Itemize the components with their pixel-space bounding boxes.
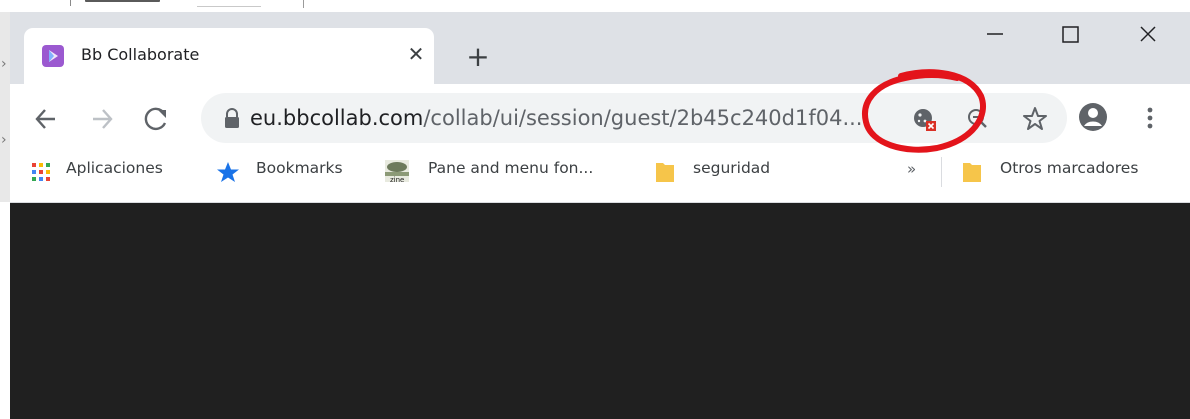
background-glyph: ›: [1, 132, 7, 148]
browser-toolbar: eu.bbcollab.com/collab/ui/session/guest/…: [10, 84, 1190, 154]
minimize-button[interactable]: [967, 12, 1023, 58]
bookmark-pane-and-menu[interactable]: zine Pane and menu fon...: [384, 154, 634, 188]
bookmark-label: Pane and menu fon...: [428, 159, 594, 177]
more-menu-icon[interactable]: [1140, 102, 1160, 134]
url-text[interactable]: eu.bbcollab.com/collab/ui/session/guest/…: [250, 106, 862, 130]
bookmark-label: Otros marcadores: [1000, 159, 1139, 177]
maximize-button[interactable]: [1042, 12, 1098, 58]
background-line: [70, 0, 71, 6]
new-tab-button[interactable]: +: [462, 42, 494, 74]
close-window-button[interactable]: [1120, 12, 1176, 58]
minimize-icon: [987, 33, 1003, 35]
back-arrow-icon: [35, 109, 55, 129]
more-bookmarks-chevron-icon[interactable]: »: [907, 160, 916, 178]
maximize-icon: [1062, 26, 1079, 43]
bookmark-star-icon[interactable]: [1021, 105, 1049, 133]
back-button[interactable]: [28, 101, 64, 137]
page-content: [10, 203, 1190, 419]
apps-grid-icon: [32, 163, 50, 181]
background-window-edge: › ›: [0, 12, 10, 202]
url-domain: eu.bbcollab.com: [250, 106, 424, 130]
bookmark-label: Aplicaciones: [66, 159, 163, 177]
url-path: /collab/ui/session/guest/2b45c240d1f04..…: [423, 106, 863, 130]
folder-icon: [656, 163, 674, 182]
browser-titlebar: Bb Collaborate ✕ +: [10, 12, 1190, 84]
close-icon: [1140, 26, 1156, 42]
bookmark-label: Bookmarks: [256, 159, 343, 177]
tab-close-icon[interactable]: ✕: [404, 42, 428, 66]
bookmark-otros-marcadores[interactable]: Otros marcadores: [962, 154, 1180, 188]
bookmarks-bar: Aplicaciones Bookmarks zine Pane and men…: [10, 154, 1190, 203]
reload-button[interactable]: [138, 101, 174, 137]
lock-icon[interactable]: [222, 107, 242, 129]
profile-avatar-icon[interactable]: [1076, 100, 1110, 134]
background-line: [197, 6, 261, 7]
bookmarks-separator: [941, 157, 942, 187]
bookmark-bookmarks[interactable]: Bookmarks: [216, 154, 366, 188]
background-window-fragment: [0, 0, 1190, 12]
background-text-fragment: [85, 0, 160, 4]
star-icon: [217, 162, 239, 182]
bookmark-seguridad[interactable]: seguridad: [655, 154, 805, 188]
folder-icon: [963, 163, 981, 182]
forward-button[interactable]: [84, 101, 120, 137]
bookmark-aplicaciones[interactable]: Aplicaciones: [26, 154, 196, 188]
reload-icon: [144, 107, 167, 131]
tab-title: Bb Collaborate: [81, 45, 200, 64]
background-line: [303, 0, 304, 8]
bb-collaborate-icon: [42, 45, 64, 67]
browser-tab[interactable]: Bb Collaborate ✕: [24, 28, 434, 84]
background-glyph: ›: [1, 56, 7, 72]
forward-arrow-icon: [93, 109, 113, 129]
annotation-circle: [862, 69, 986, 153]
bookmark-label: seguridad: [693, 159, 771, 177]
svg-text:zine: zine: [390, 176, 404, 184]
zine-icon: zine: [385, 160, 409, 184]
